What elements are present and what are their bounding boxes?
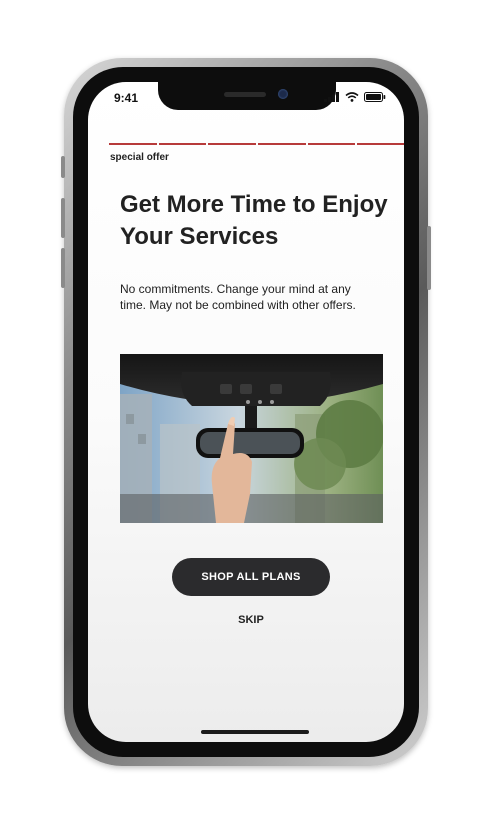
progress-segment bbox=[158, 143, 207, 145]
progress-segment bbox=[109, 143, 157, 145]
phone-screen: 9:41 special offer Get More Time to Enjo… bbox=[88, 82, 404, 742]
hero-image bbox=[120, 354, 383, 523]
front-camera bbox=[278, 89, 288, 99]
progress-segment bbox=[307, 143, 356, 145]
mute-switch bbox=[61, 156, 65, 178]
progress-segment bbox=[208, 143, 257, 145]
phone-frame: 9:41 special offer Get More Time to Enjo… bbox=[61, 58, 431, 766]
speaker-grille bbox=[224, 92, 266, 97]
status-time: 9:41 bbox=[114, 91, 139, 105]
volume-up-button bbox=[61, 198, 65, 238]
status-icons bbox=[324, 92, 386, 102]
offer-eyebrow: special offer bbox=[110, 152, 169, 163]
wifi-icon bbox=[345, 92, 359, 102]
story-progress-bar bbox=[109, 143, 404, 145]
volume-down-button bbox=[61, 248, 65, 288]
phone-bezel: 9:41 special offer Get More Time to Enjo… bbox=[73, 67, 419, 757]
home-indicator bbox=[201, 730, 309, 734]
signal-icon bbox=[324, 92, 339, 102]
offer-description: No commitments. Change your mind at any … bbox=[120, 282, 356, 312]
power-button bbox=[427, 226, 431, 290]
shop-all-plans-button[interactable]: SHOP ALL PLANS bbox=[172, 558, 330, 596]
notch bbox=[158, 82, 336, 110]
offer-headline: Get More Time to Enjoy Your Services bbox=[120, 191, 388, 250]
skip-link[interactable]: SKIP bbox=[226, 614, 276, 626]
progress-segment bbox=[357, 143, 404, 145]
battery-icon bbox=[364, 92, 386, 102]
car-interior-photo bbox=[120, 354, 383, 523]
progress-segment bbox=[258, 143, 306, 145]
